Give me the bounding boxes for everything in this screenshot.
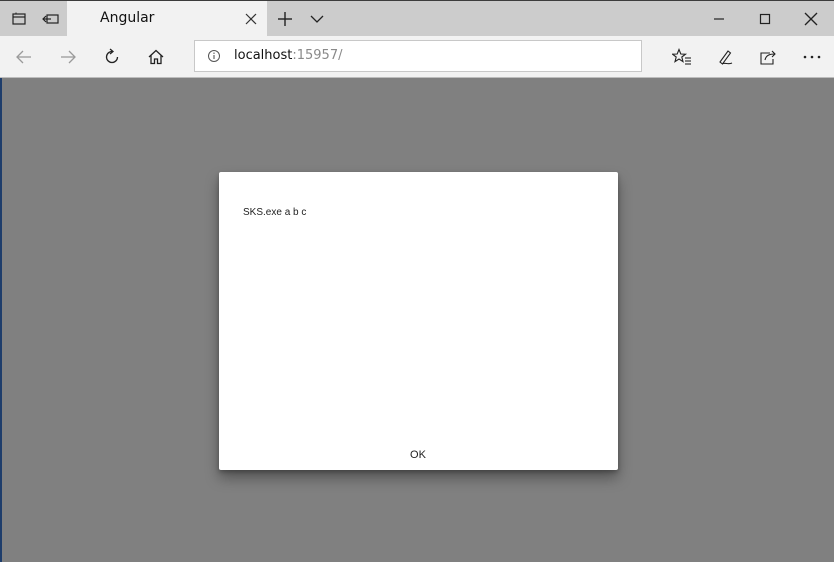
url-host: localhost	[234, 48, 293, 63]
info-icon[interactable]	[207, 49, 221, 63]
alert-dialog: SKS.exe a b c OK	[219, 172, 618, 470]
ok-button[interactable]: OK	[394, 442, 442, 468]
new-tab-icon[interactable]	[268, 1, 302, 37]
set-tabs-aside-icon[interactable]	[34, 1, 68, 37]
chevron-down-icon[interactable]	[300, 1, 334, 37]
navigation-bar: localhost:15957/	[0, 36, 834, 78]
forward-arrow-icon[interactable]	[48, 40, 88, 74]
dialog-message: SKS.exe a b c	[243, 207, 307, 218]
browser-window: Angular localhost:15957/ SKS.exe a b c O…	[0, 0, 834, 562]
url-text[interactable]: localhost:15957/	[234, 48, 342, 63]
more-icon[interactable]	[792, 40, 832, 74]
tabs-aside-icon[interactable]	[2, 1, 36, 37]
back-arrow-icon[interactable]	[4, 40, 44, 74]
pen-icon[interactable]	[706, 40, 746, 74]
title-bar: Angular	[0, 0, 834, 37]
address-bar[interactable]: localhost:15957/	[194, 40, 642, 72]
tab-angular[interactable]: Angular	[67, 1, 267, 37]
home-icon[interactable]	[136, 40, 176, 74]
favorites-icon[interactable]	[662, 40, 702, 74]
url-path: :15957/	[292, 48, 343, 63]
minimize-icon[interactable]	[696, 1, 742, 37]
refresh-icon[interactable]	[92, 40, 132, 74]
tab-title: Angular	[100, 10, 155, 26]
close-icon[interactable]	[788, 1, 834, 37]
share-icon[interactable]	[748, 40, 788, 74]
tab-close-icon[interactable]	[241, 9, 261, 29]
maximize-icon[interactable]	[742, 1, 788, 37]
